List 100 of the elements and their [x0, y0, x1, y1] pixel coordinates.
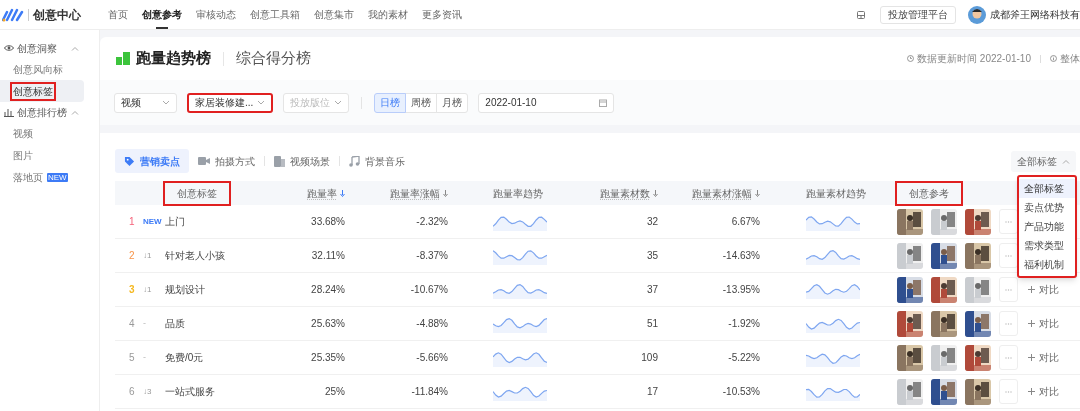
plus-icon — [1028, 388, 1035, 395]
rank-number: 5 — [129, 351, 136, 365]
sidebar-item[interactable]: 落地页 NEW — [0, 166, 84, 188]
table-cell-text: -10.67% — [410, 283, 448, 297]
period-tab[interactable]: 月榜 — [436, 92, 469, 113]
plus-icon — [1028, 354, 1035, 361]
logo-icon — [2, 7, 24, 22]
table-cell-text: 51 — [646, 317, 658, 331]
plus-icon — [1028, 286, 1035, 293]
nav-item[interactable]: 我的素材 — [361, 0, 415, 29]
table-cell-text: 25% — [325, 385, 345, 399]
chevron-up-icon — [71, 45, 79, 51]
rank-change: - — [143, 350, 146, 364]
avatar[interactable] — [968, 5, 986, 24]
video-camera-icon — [198, 156, 210, 166]
period-tab[interactable]: 日榜 — [374, 92, 407, 113]
nav-item[interactable]: 审核动态 — [189, 0, 243, 29]
save-icon[interactable] — [857, 10, 865, 19]
dropdown-option[interactable]: 卖点优势 — [1019, 198, 1075, 217]
rank-change: - — [143, 316, 146, 330]
category-tab[interactable]: 背景音乐 — [340, 149, 414, 173]
ranking-tab[interactable]: 综合得分榜 — [236, 47, 311, 70]
column-header[interactable]: 跑量素材涨幅 — [692, 185, 760, 201]
sidebar-item[interactable]: 图片 — [0, 144, 84, 166]
table-cell-text: 33.68% — [311, 215, 345, 229]
table-cell-text: 32 — [646, 215, 658, 229]
brand-name: 创意中心 — [33, 6, 81, 24]
sidebar-section-title[interactable]: 创意洞察 — [17, 40, 57, 56]
plus-icon — [1028, 320, 1035, 327]
sidebar-item[interactable]: 创意标签 — [0, 80, 84, 102]
nav-item[interactable]: 创意参考 — [135, 0, 189, 29]
tag-name: 上门 — [165, 216, 185, 227]
table-cell-text: -11.84% — [411, 385, 448, 399]
category-tab[interactable]: 营销卖点 — [115, 149, 189, 173]
nav-item[interactable]: 更多资讯 — [415, 0, 469, 29]
table-cell-text: 32.11% — [311, 249, 345, 263]
clock-icon — [907, 55, 915, 62]
sidebar-section-title[interactable]: 创意排行榜 — [17, 104, 67, 120]
table-cell-text: -1.92% — [728, 317, 760, 331]
dropdown-option[interactable]: 产品功能 — [1019, 217, 1075, 236]
table-cell-text: -5.22% — [728, 351, 760, 365]
chevron-down-icon — [257, 100, 266, 105]
select-field[interactable]: 视频 — [114, 92, 177, 113]
tag-icon — [124, 155, 135, 167]
chevron-down-icon — [334, 100, 343, 105]
select-field[interactable]: 家居装修建... — [187, 92, 274, 113]
sidebar-item[interactable]: 视频 — [0, 122, 84, 144]
rank-change: ↓3 — [143, 385, 152, 398]
film-icon — [274, 155, 285, 167]
update-time: 数据更新时间 2022-01-10 — [917, 52, 1031, 66]
period-tab[interactable]: 周榜 — [405, 92, 438, 113]
new-badge: NEW — [47, 172, 68, 182]
table-cell-text: 28.24% — [311, 283, 345, 297]
platform-button[interactable]: 投放管理平台 — [880, 5, 956, 24]
compare-button[interactable]: 对比 — [1028, 384, 1059, 399]
bar-logo-icon — [116, 52, 130, 65]
rank-number: 4 — [129, 317, 136, 331]
rank-number: 3 — [129, 283, 136, 297]
column-header[interactable]: 跑量素材数 — [600, 185, 658, 201]
table-cell-text: 6.67% — [731, 215, 760, 229]
date-field[interactable]: 2022-01-10 — [478, 92, 615, 113]
table-cell-text: -5.66% — [416, 351, 448, 365]
tag-name: 免费/0元 — [165, 352, 204, 363]
rank-change: NEW — [143, 215, 162, 228]
column-header[interactable]: 跑量率 — [307, 185, 345, 201]
sidebar-item[interactable]: 创意风向标 — [0, 58, 84, 80]
nav-item[interactable]: 创意集市 — [307, 0, 361, 29]
chevron-up-icon — [1062, 158, 1070, 164]
column-header: 创意标签 — [165, 182, 229, 204]
table-cell-text: 37 — [646, 283, 658, 297]
rank-number: 2 — [129, 249, 136, 263]
table-cell-text: -14.63% — [722, 249, 760, 263]
column-header: 跑量率趋势 — [493, 186, 543, 201]
dropdown-option[interactable]: 福利机制 — [1019, 255, 1075, 274]
compare-button[interactable]: 对比 — [1028, 350, 1059, 365]
account-name[interactable]: 成都斧王网络科技有 — [990, 7, 1080, 22]
info-text[interactable]: 整体 — [1060, 51, 1080, 66]
tag-filter-select[interactable]: 全部标签 — [1011, 150, 1076, 172]
ranking-tab[interactable]: 跑量趋势榜 — [136, 47, 211, 70]
chevron-up-icon — [71, 109, 79, 115]
table-cell-text: -2.32% — [416, 215, 448, 229]
nav-item[interactable]: 创意工具箱 — [243, 0, 307, 29]
nav-item[interactable]: 首页 — [101, 0, 135, 29]
bar-chart-icon — [4, 107, 14, 117]
compare-button[interactable]: 对比 — [1028, 316, 1059, 331]
compare-button[interactable]: 对比 — [1028, 282, 1059, 297]
table-cell-text: -10.53% — [722, 385, 760, 399]
calendar-icon — [599, 98, 608, 107]
category-tab[interactable]: 视频场景 — [265, 149, 339, 173]
table-cell-text: -4.88% — [416, 317, 448, 331]
category-tab[interactable]: 拍摄方式 — [189, 149, 264, 173]
table-cell-text: 109 — [641, 351, 658, 365]
dropdown-option[interactable]: 全部标签 — [1019, 179, 1075, 198]
tag-name: 品质 — [165, 318, 185, 329]
table-cell-text: -13.95% — [722, 283, 760, 297]
rank-change: ↓1 — [143, 249, 152, 262]
table-cell-text: 17 — [646, 385, 658, 399]
rank-number: 1 — [129, 215, 136, 229]
column-header[interactable]: 跑量率涨幅 — [390, 185, 448, 201]
dropdown-option[interactable]: 需求类型 — [1019, 236, 1075, 255]
